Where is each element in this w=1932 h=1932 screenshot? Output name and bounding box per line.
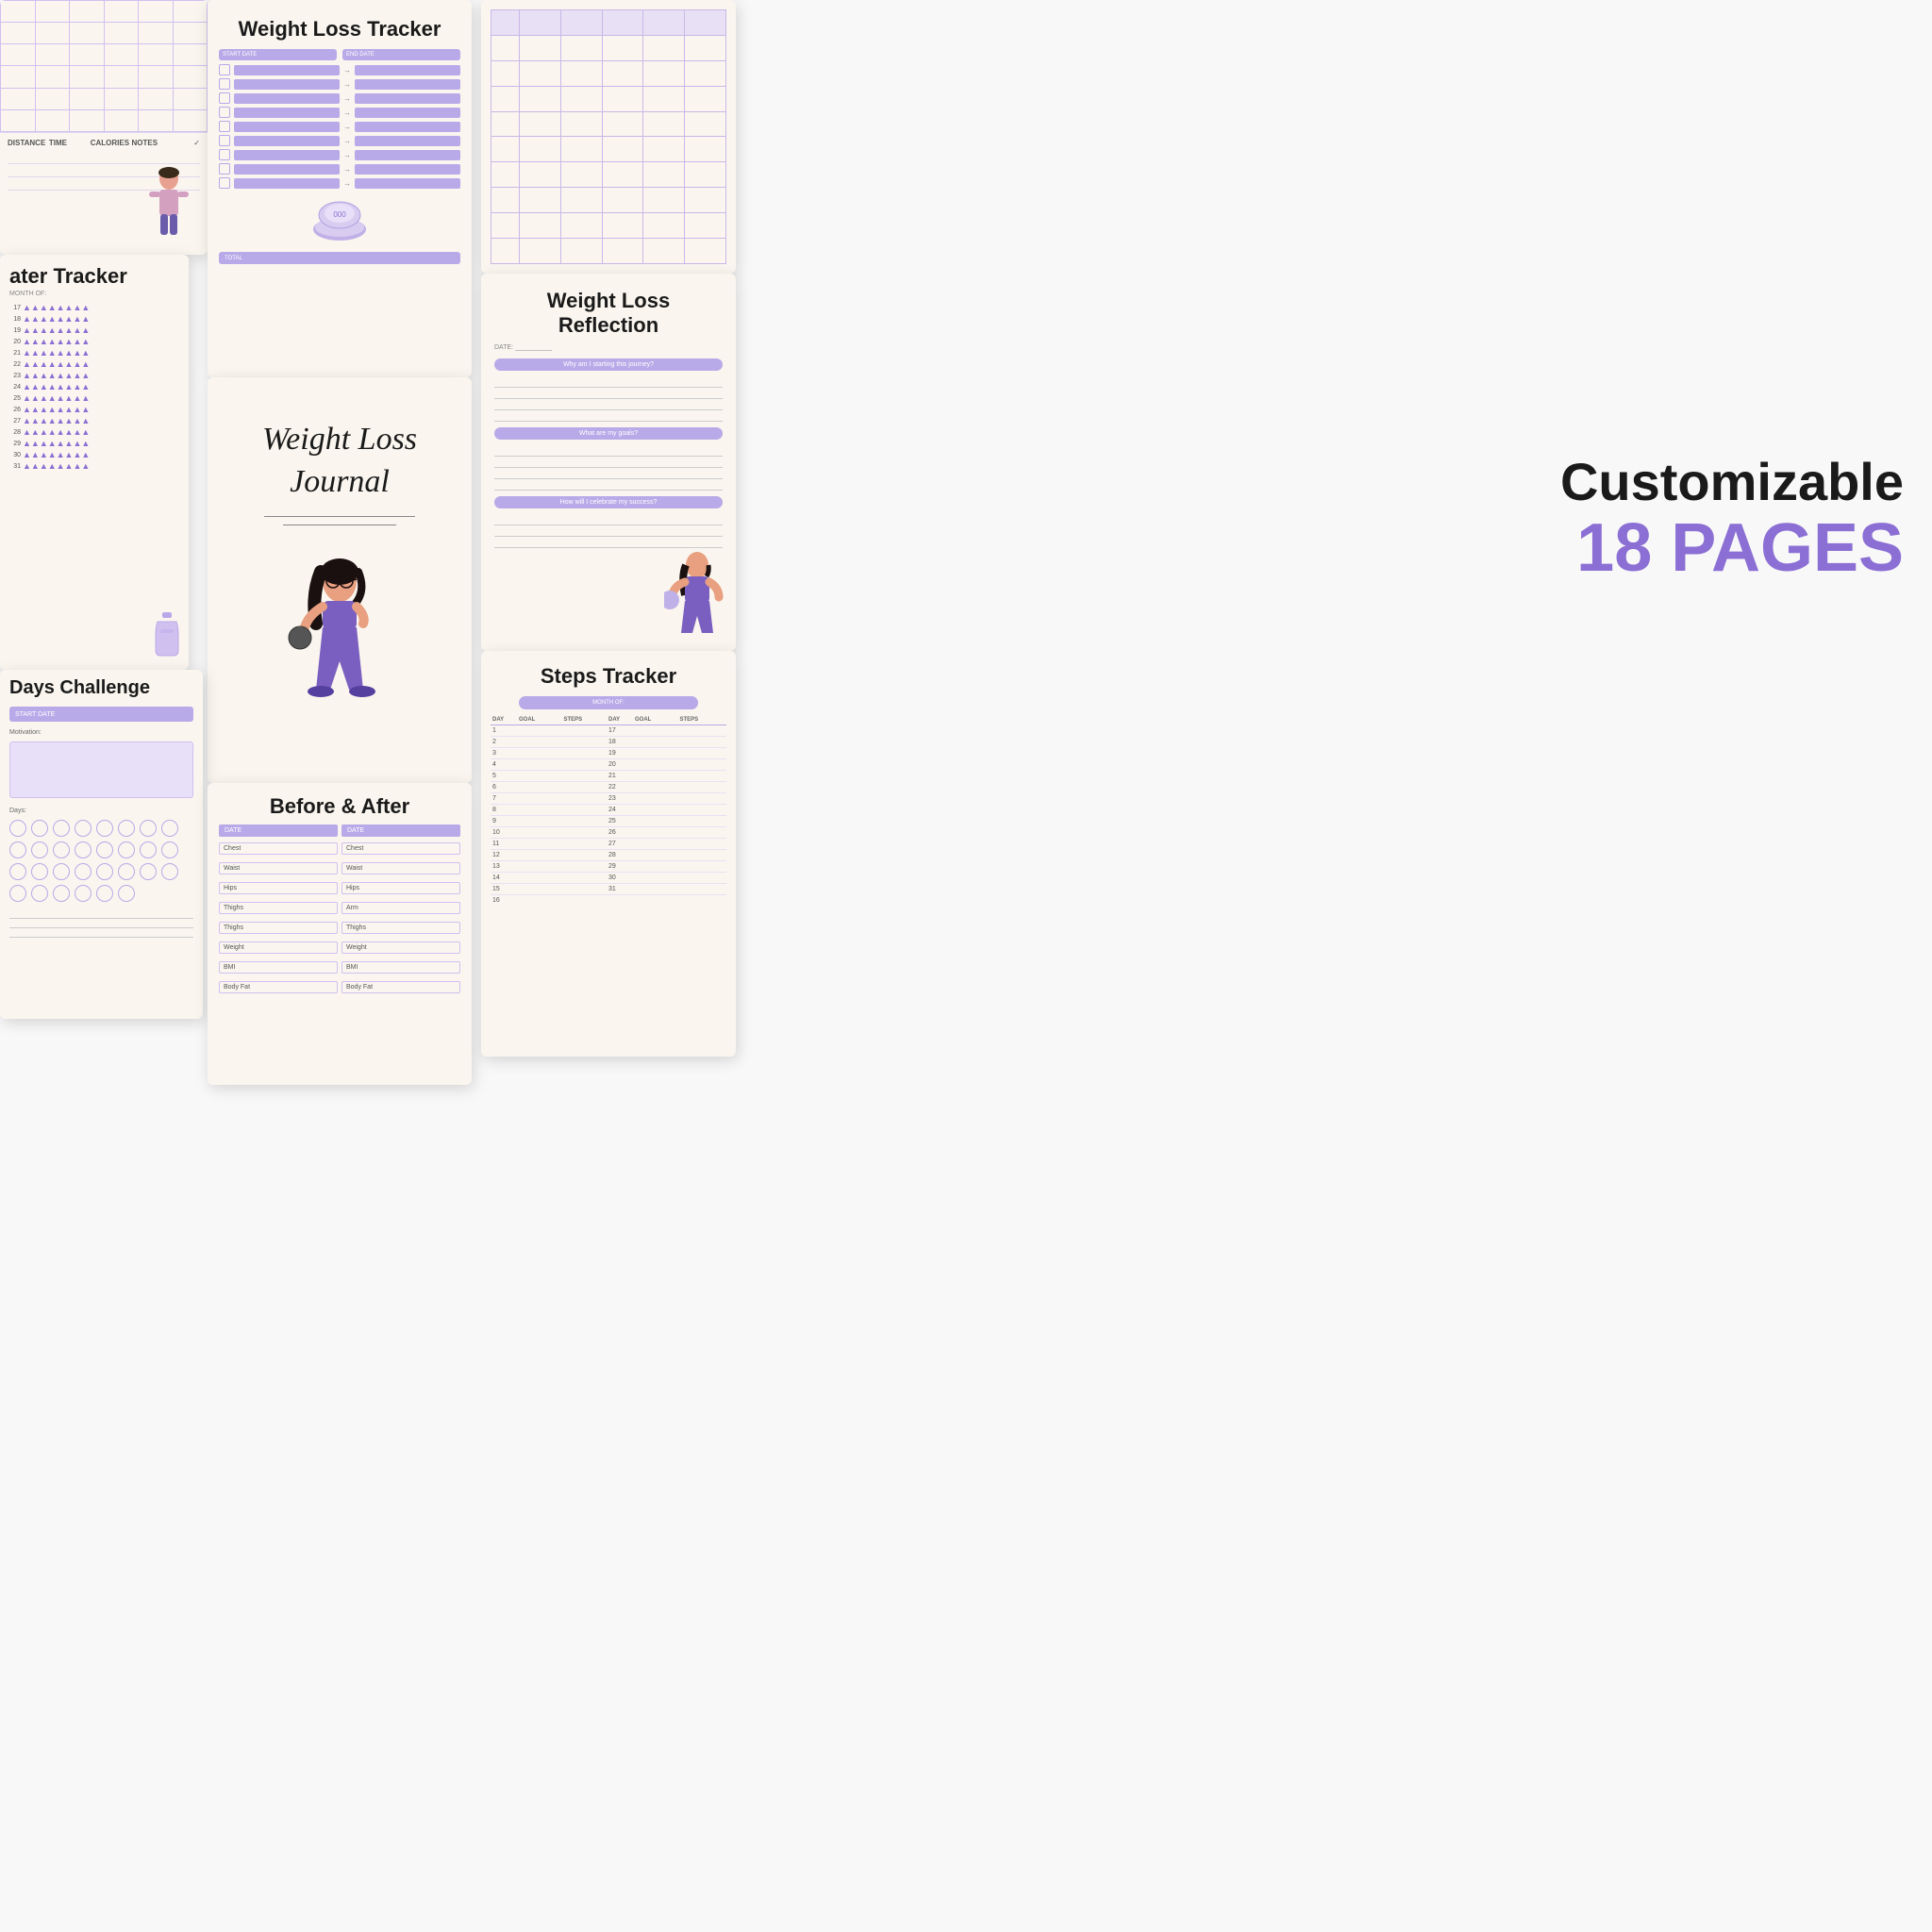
steps-month-bar: MONTH OF: [519,696,698,709]
promo-text: Customizable 18 PAGES [1560,453,1904,586]
month-label: MONTH OF: [0,291,189,301]
main-container: DISTANCE TIME CALORIES NOTES ✓ [0,0,1932,1932]
arm-after: Arm [341,902,460,914]
question-2: What are my goals? [494,427,723,440]
bodyfat-before: Body Fat [219,981,338,993]
end-date-label: END DATE [346,52,375,58]
challenge-card: Days Challenge START DATE Motivation: Da… [0,670,203,1019]
weight-before: Weight [219,941,338,954]
journal-figure [264,548,415,741]
chest-before: Chest [219,842,338,855]
bodyfat-after: Body Fat [341,981,460,993]
col-day2: DAY [608,717,635,723]
hips-after: Hips [341,882,460,894]
before-after-grid: DATE DATE Chest Chest Waist Waist Hips H… [219,824,460,995]
col-steps2: STEPS [680,717,725,723]
bottle-icon [153,610,181,662]
steps-tracker-card: Steps Tracker MONTH OF: DAY GOAL STEPS D… [481,651,736,1057]
col-steps1: STEPS [564,717,609,723]
date-line: DATE: __________ [481,342,736,353]
weight-after: Weight [341,941,460,954]
days-label: Days: [0,802,203,816]
challenge-title: Days Challenge [0,670,203,703]
water-rows: 17▲▲▲▲▲▲▲▲ 18▲▲▲▲▲▲▲▲ 19▲▲▲▲▲▲▲▲ 20▲▲▲▲▲… [0,303,189,471]
waist-before: Waist [219,862,338,874]
journal-title: Weight Loss Journal [226,419,453,502]
promo-line1: Customizable [1560,453,1904,511]
reflection-title: Weight LossReflection [481,274,736,342]
scale-icon: 000 [208,196,472,248]
circles-area [0,816,203,906]
grid-card [481,0,736,274]
reflection-card: Weight LossReflection DATE: __________ W… [481,274,736,651]
bmi-before: BMI [219,961,338,974]
thighs-after: Thighs [341,922,460,934]
motivation-box [9,741,193,798]
col-time: TIME [49,139,91,147]
question-3: How will I celebrate my success? [494,496,723,508]
steps-tracker-title: Steps Tracker [481,651,736,692]
weight-tracker-title: Weight Loss Tracker [208,0,472,49]
workout-card: DISTANCE TIME CALORIES NOTES ✓ [0,0,208,255]
col-day1: DAY [492,717,519,723]
arm-before: Thighs [219,902,338,914]
bmi-after: BMI [341,961,460,974]
steps-table: DAY GOAL STEPS DAY GOAL STEPS 117 218 31… [491,715,726,906]
journal-card: Weight Loss Journal [208,377,472,783]
hips-before: Hips [219,882,338,894]
question-1: Why am I starting this journey? [494,358,723,371]
chest-after: Chest [341,842,460,855]
challenge-start-date: START DATE [9,707,193,722]
weight-tracker-card: Weight Loss Tracker START DATE END DATE … [208,0,472,377]
svg-text:000: 000 [333,210,346,219]
total-label: TOTAL [225,256,242,261]
waist-after: Waist [341,862,460,874]
col-calories: CALORIES [91,139,132,147]
col-notes: NOTES [132,139,194,147]
before-after-card: Before & After DATE DATE Chest Chest Wai… [208,783,472,1085]
reflection-figure [664,548,730,647]
col-check: ✓ [193,139,200,147]
col-goal2: GOAL [635,717,680,723]
col-distance: DISTANCE [8,139,49,147]
water-tracker-title: ater Tracker [0,255,189,291]
promo-line2: 18 PAGES [1560,511,1904,586]
start-date-label: START DATE [223,52,257,58]
workout-figure [136,161,202,251]
water-tracker-card: ater Tracker MONTH OF: 17▲▲▲▲▲▲▲▲ 18▲▲▲▲… [0,255,189,670]
motivation-label: Motivation: [0,725,203,738]
date-before-label: DATE [219,824,338,837]
date-after-label: DATE [341,824,460,837]
before-after-title: Before & After [208,783,472,824]
thighs-before: Thighs [219,922,338,934]
col-goal1: GOAL [519,717,564,723]
